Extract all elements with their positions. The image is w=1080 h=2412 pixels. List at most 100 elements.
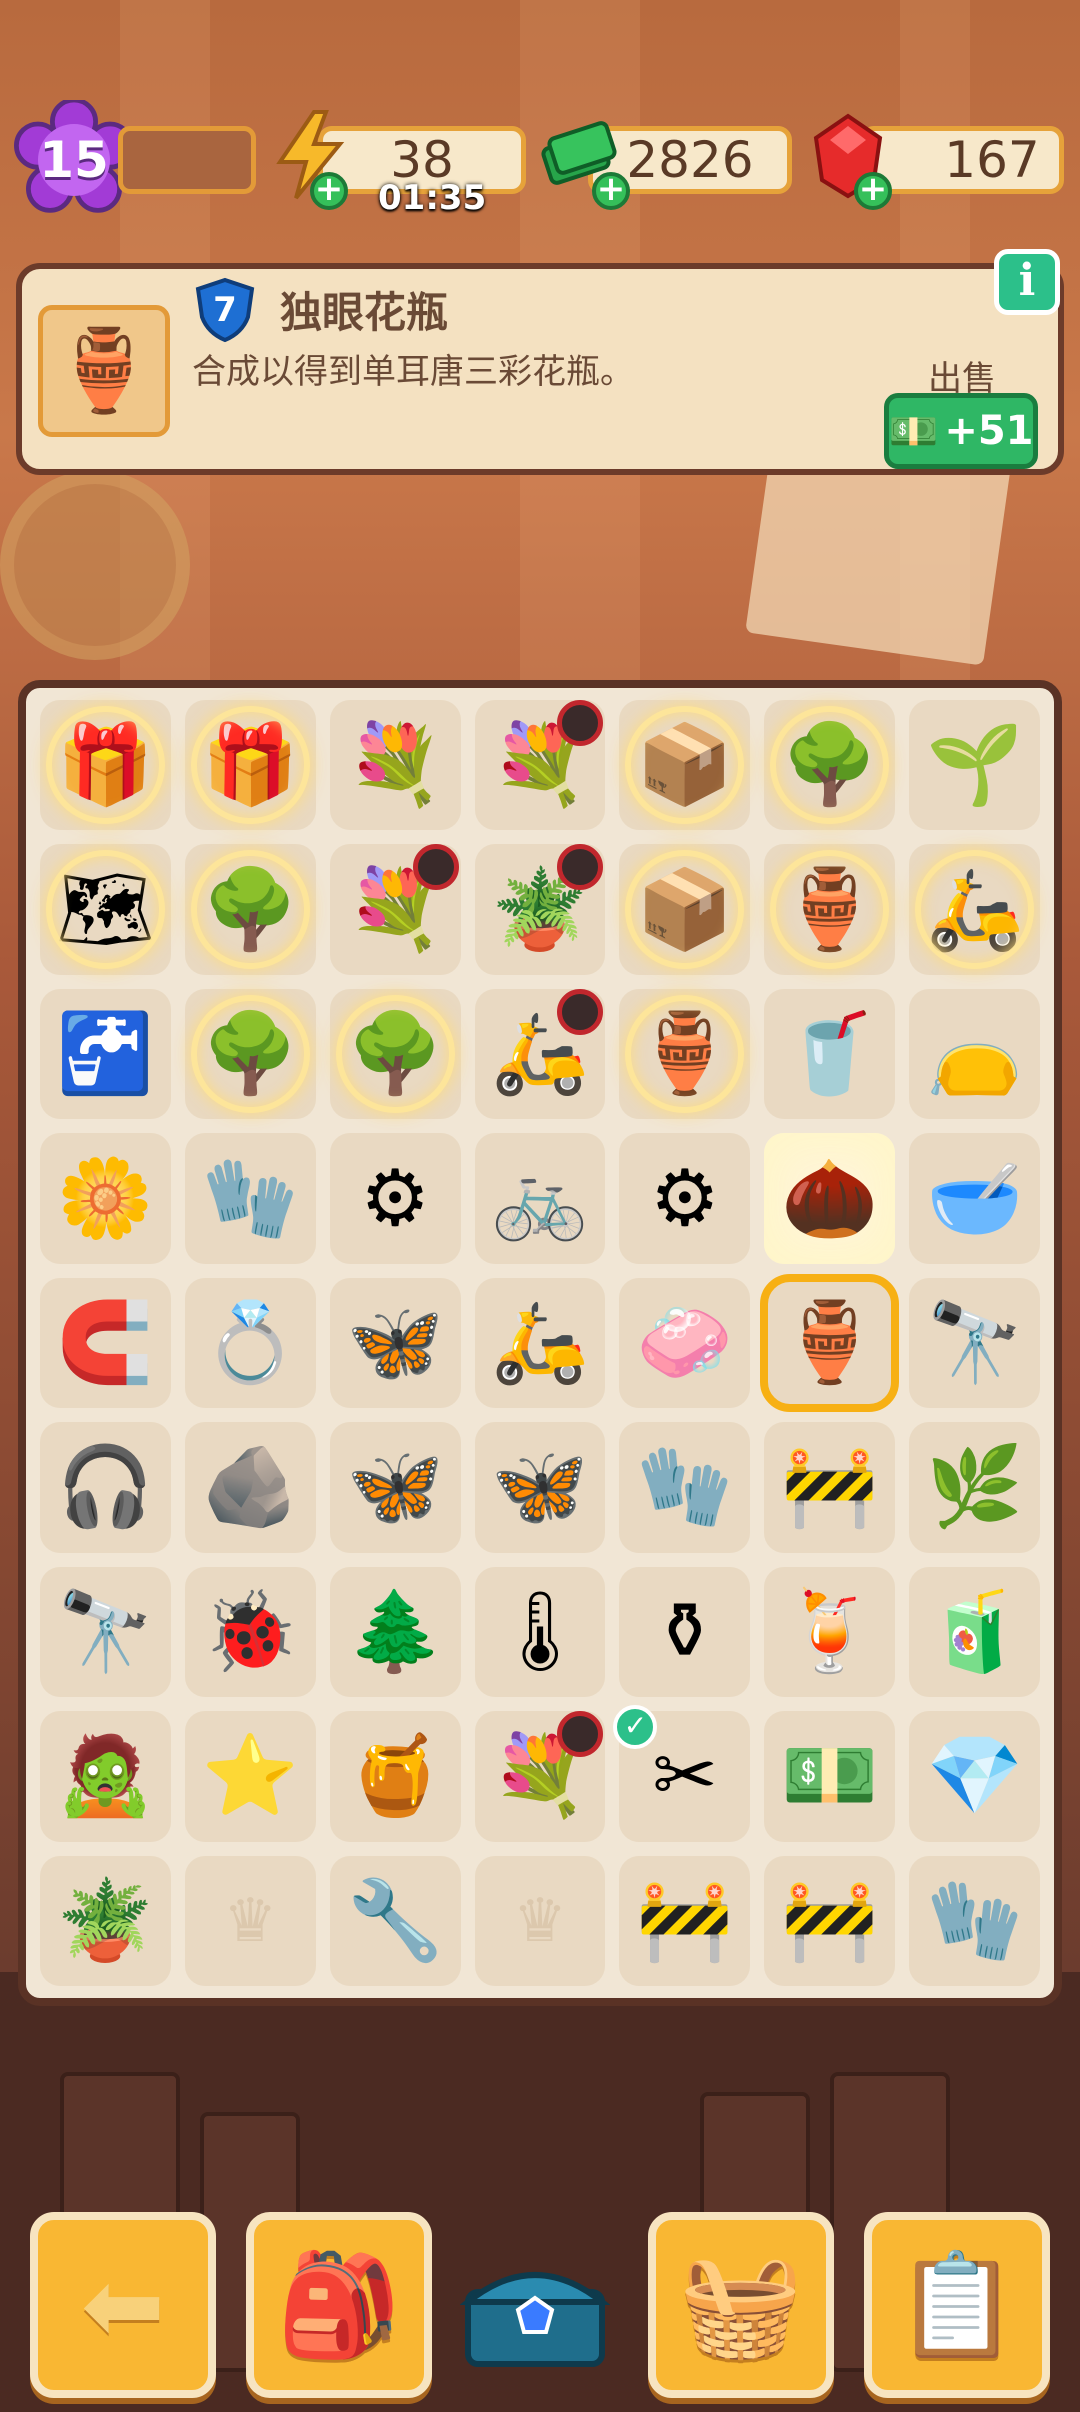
board-cell-telescope[interactable]: 🔭 xyxy=(40,1566,171,1698)
barrier-icon: 🚧 xyxy=(781,1875,879,1966)
board-cell-glove[interactable]: 🧤 xyxy=(909,1855,1040,1986)
vase-icon: ⚱ xyxy=(652,1586,718,1677)
shop-button[interactable]: 🧺 xyxy=(648,2212,834,2398)
board-cell-vase-bubble[interactable]: 🏺 xyxy=(619,988,751,1120)
board-cell-empty[interactable]: ♛ xyxy=(474,1855,606,1986)
board-cell-flower-basket-timer[interactable]: 💐 xyxy=(329,844,461,975)
moth-icon: 🦋 xyxy=(346,1442,444,1533)
timer-badge-icon xyxy=(412,844,459,891)
board-cell-flowers[interactable]: 🌼 xyxy=(40,1133,171,1264)
info-button[interactable]: i xyxy=(994,249,1060,315)
xp-progress-bar xyxy=(118,126,256,194)
board-cell-vase-selected[interactable]: 🏺 xyxy=(760,1273,900,1413)
board-cell-flower-basket-timer[interactable]: 💐 xyxy=(474,1711,606,1842)
board-cell-gift-bubble[interactable]: 🎁 xyxy=(184,700,316,831)
board-cell-glove[interactable]: 🧤 xyxy=(184,1133,316,1264)
bubble-overlay xyxy=(190,850,310,969)
board-cell-butterfly[interactable]: 🦋 xyxy=(474,1422,606,1553)
scooter-icon: 🛵 xyxy=(491,1297,589,1388)
sell-button[interactable]: 💵 +51 xyxy=(884,393,1038,469)
add-energy-button[interactable]: + xyxy=(310,172,348,210)
board-cell-flower-basket[interactable]: 💐 xyxy=(329,700,461,831)
board-cell-star[interactable]: ⭐ xyxy=(184,1711,316,1842)
board-cell-shard[interactable]: 🪨 xyxy=(184,1422,316,1553)
board-cell-seed-bag[interactable]: 👝 xyxy=(909,988,1040,1120)
add-cash-button[interactable]: + xyxy=(592,172,630,210)
board-cell-map-bubble[interactable]: 🗺 xyxy=(40,844,171,975)
board-cell-tree-bubble[interactable]: 🌳 xyxy=(764,700,896,831)
board-cell-horseshoe[interactable]: 🧲 xyxy=(40,1277,171,1409)
board-cell-pliers[interactable]: 🔧 xyxy=(329,1855,461,1986)
board-cell-scissors[interactable]: ✂ ✓ xyxy=(613,1705,751,1842)
board-cell-box-bubble[interactable]: 📦 xyxy=(619,844,751,975)
board-cell-box-bubble[interactable]: 📦 xyxy=(619,700,751,831)
seeds-icon: 🌰 xyxy=(781,1153,879,1244)
add-gems-button[interactable]: + xyxy=(854,172,892,210)
bubble-overlay xyxy=(335,994,455,1114)
bubble-overlay xyxy=(190,706,310,825)
board-cell-tree-bubble[interactable]: 🌳 xyxy=(184,988,316,1120)
timer-badge-icon xyxy=(557,700,604,746)
board-cell-bowl[interactable]: 🥣 xyxy=(909,1133,1040,1264)
item-description: 合成以得到单耳唐三彩花瓶。 xyxy=(192,352,634,392)
board-cell-wheel[interactable]: ⚙ xyxy=(329,1133,461,1264)
board-cell-flower-basket-timer[interactable]: 💐 xyxy=(474,700,606,831)
honey-icon: 🍯 xyxy=(346,1731,444,1822)
board-cell-scooter[interactable]: 🛵 xyxy=(474,1277,606,1409)
board-cell-moth[interactable]: 🦋 xyxy=(329,1422,461,1553)
back-button[interactable]: ⬅ xyxy=(30,2212,216,2398)
telescope-icon: 🔭 xyxy=(56,1586,154,1677)
board-cell-honey[interactable]: 🍯 xyxy=(329,1711,461,1842)
board-cell-smoothie[interactable]: 🍹 xyxy=(764,1566,896,1698)
board-cell-tree-bubble[interactable]: 🌳 xyxy=(184,844,316,975)
board-cell-pot-plant-timer[interactable]: 🪴 xyxy=(474,844,606,975)
board-cell-empty[interactable]: ♛ xyxy=(184,1855,316,1986)
board-cell-herbs[interactable]: 🌿 xyxy=(909,1422,1040,1553)
cash-icon: 💵 xyxy=(781,1731,879,1822)
board-cell-bicycle[interactable]: 🚲 xyxy=(474,1133,606,1264)
tasks-button[interactable]: 📋 xyxy=(864,2212,1050,2398)
board-cell-bonsai[interactable]: 🌲 xyxy=(329,1566,461,1698)
item-level-badge: 7 xyxy=(192,277,258,343)
empty-icon: ♛ xyxy=(513,1885,567,1956)
glove-icon: 🧤 xyxy=(926,1875,1024,1966)
treasure-chest-icon[interactable] xyxy=(460,2252,610,2372)
bubble-overlay xyxy=(770,706,890,825)
soap-icon: 🧼 xyxy=(636,1297,734,1388)
board-cell-headphones[interactable]: 🎧 xyxy=(40,1422,171,1553)
board-cell-sprout[interactable]: 🌱 xyxy=(909,700,1040,831)
barrier-icon: 🚧 xyxy=(781,1442,879,1533)
board-cell-mummy[interactable]: 🧟 xyxy=(40,1711,171,1842)
board-cell-scooter-timer[interactable]: 🛵 xyxy=(474,988,606,1120)
board-cell-beetle[interactable]: 🐞 xyxy=(184,1566,316,1698)
vase-icon: 🏺 xyxy=(38,305,170,437)
board-cell-barrier[interactable]: 🚧 xyxy=(764,1422,896,1553)
board-cell-wheels[interactable]: ⚙ xyxy=(619,1133,751,1264)
board-cell-gift-bubble[interactable]: 🎁 xyxy=(40,700,171,831)
level-badge[interactable]: 15 xyxy=(14,100,134,220)
board-cell-moth[interactable]: 🦋 xyxy=(329,1277,461,1409)
board-cell-gem[interactable]: 💎 xyxy=(909,1711,1040,1842)
board-cell-tree-bubble[interactable]: 🌳 xyxy=(329,988,461,1120)
board-cell-sink[interactable]: 🚰 xyxy=(40,988,171,1120)
flower-basket-icon: 💐 xyxy=(346,720,444,811)
board-cell-glove[interactable]: 🧤 xyxy=(619,1422,751,1553)
board-cell-barrier[interactable]: 🚧 xyxy=(764,1855,896,1986)
board-cell-soap[interactable]: 🧼 xyxy=(619,1277,751,1409)
ring-icon: 💍 xyxy=(201,1297,299,1388)
backpack-button[interactable]: 🎒 xyxy=(246,2212,432,2398)
board-grid: 🎁 🎁 💐 💐 📦 🌳 🌱 🗺 🌳 💐 🪴 📦 🏺 🛵 🚰 🌳 🌳 🛵 🏺 🥤 👝 🌼 🧤 ⚙ 🚲 ⚙ 🌰 🥣 🧲 💍 🦋 🛵 🧼 🏺 🔭 🎧 🪨 🦋 🦋 🧤… xyxy=(40,700,1040,1986)
board-cell-scooter-bubble[interactable]: 🛵 xyxy=(909,844,1040,975)
board-cell-seeds[interactable]: 🌰 xyxy=(764,1133,896,1264)
board-cell-binoculars[interactable]: 🔭 xyxy=(909,1277,1040,1409)
board-cell-ring[interactable]: 💍 xyxy=(184,1277,316,1409)
board-cell-vase[interactable]: ⚱ xyxy=(619,1566,751,1698)
board-cell-plant[interactable]: 🪴 xyxy=(40,1855,171,1986)
thermometer-icon: 🌡 xyxy=(490,1586,590,1677)
board-cell-cup[interactable]: 🥤 xyxy=(764,988,896,1120)
board-cell-barrier[interactable]: 🚧 xyxy=(619,1855,751,1986)
board-cell-bottle[interactable]: 🧃 xyxy=(909,1566,1040,1698)
board-cell-vase-bubble[interactable]: 🏺 xyxy=(764,844,896,975)
board-cell-cash[interactable]: 💵 xyxy=(764,1711,896,1842)
board-cell-thermometer[interactable]: 🌡 xyxy=(474,1566,606,1698)
